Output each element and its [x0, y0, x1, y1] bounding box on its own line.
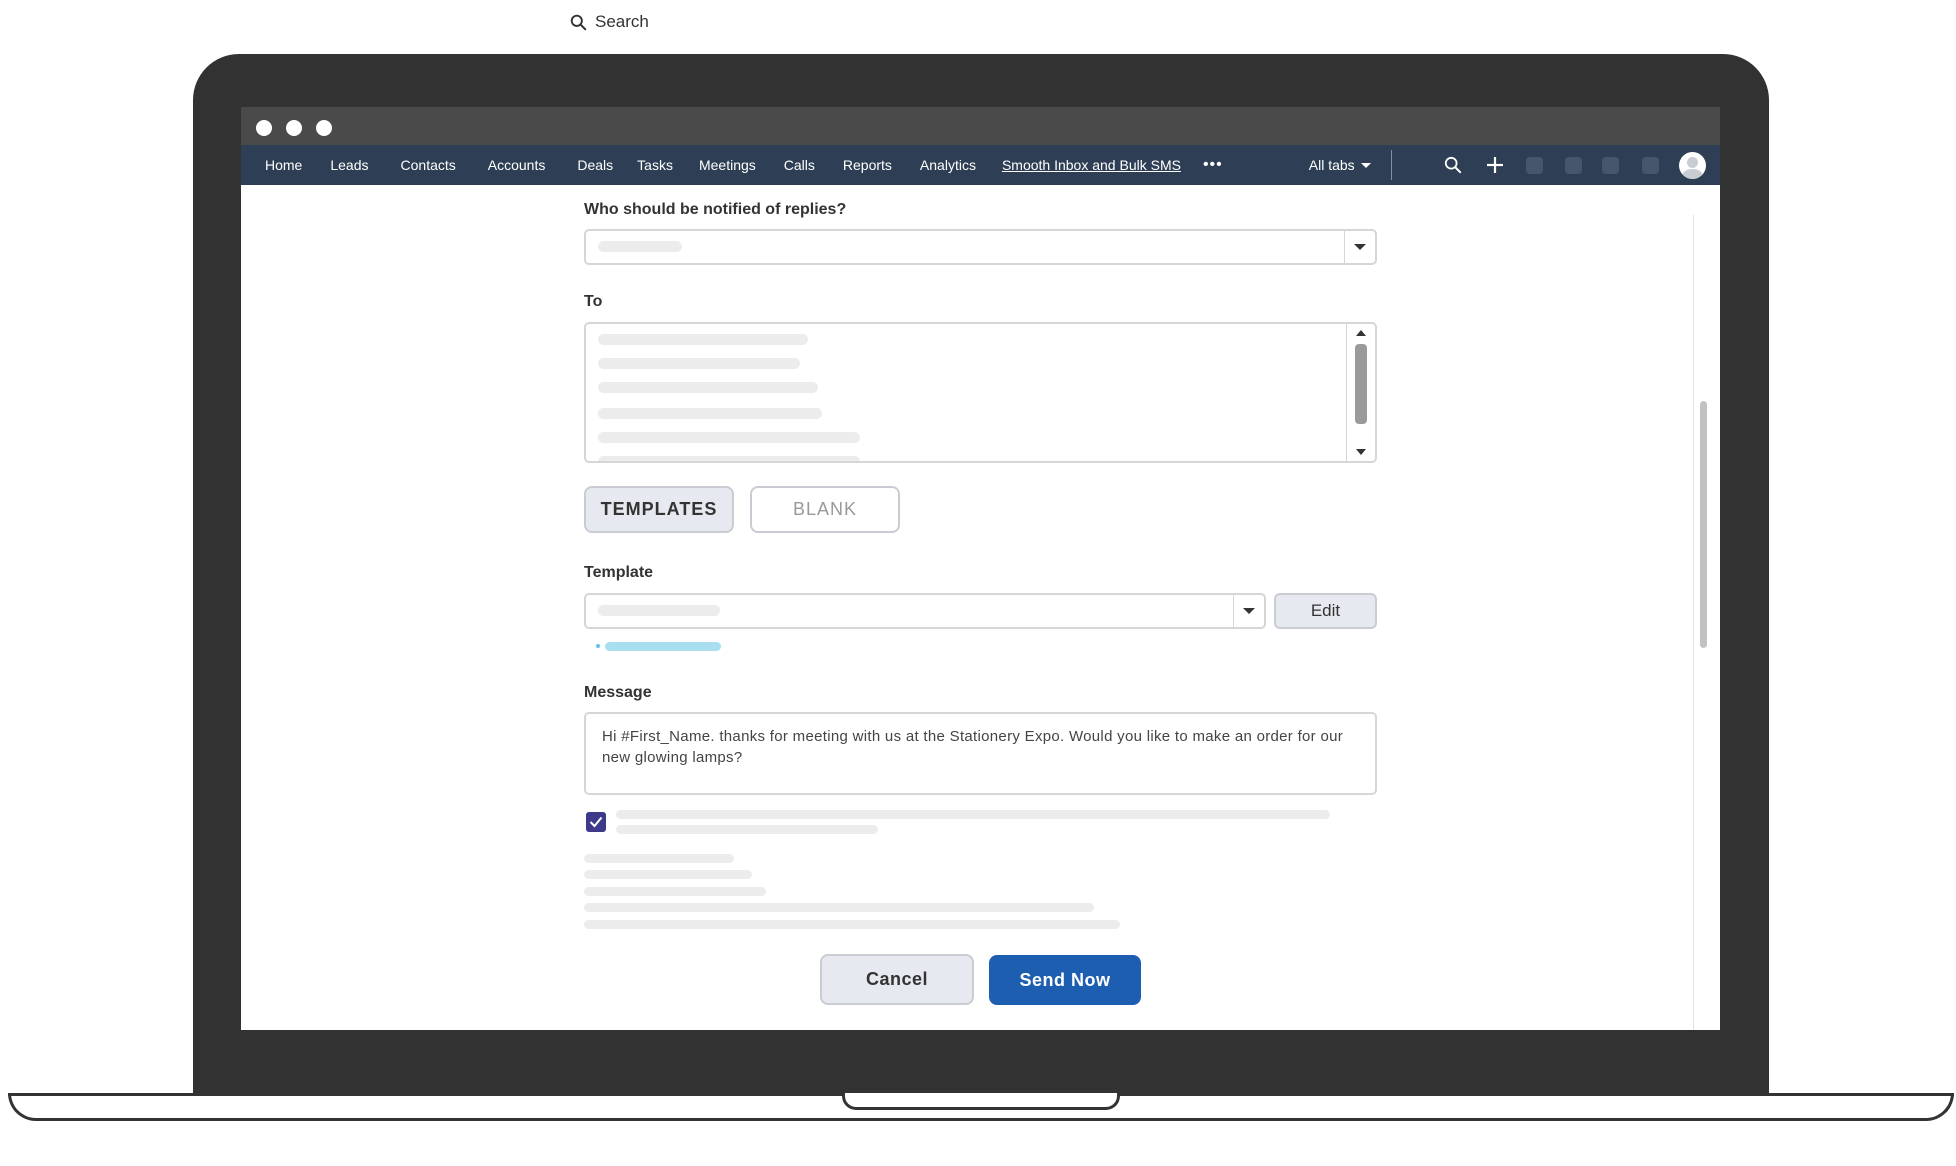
nav-app-icon-2[interactable] [1564, 156, 1582, 174]
template-label: Template [584, 564, 654, 581]
edit-template-button[interactable]: Edit [1274, 593, 1377, 629]
nav-app-icon-4[interactable] [1641, 156, 1659, 174]
message-label: Message [584, 684, 652, 701]
window-titlebar [241, 107, 1720, 145]
all-tabs-label: All tabs [1308, 157, 1355, 173]
to-list-scrollbar[interactable] [1346, 324, 1375, 461]
nav-more-icon[interactable]: ••• [1203, 156, 1223, 174]
options-checkbox[interactable] [586, 812, 606, 832]
nav-app-icon-1[interactable] [1525, 156, 1543, 174]
nav-smooth-inbox[interactable]: Smooth Inbox and Bulk SMS [1002, 157, 1181, 173]
nav-accounts[interactable]: Accounts [488, 157, 546, 173]
nav-meetings[interactable]: Meetings [699, 157, 756, 173]
chevron-down-icon [1354, 244, 1366, 250]
top-nav: Home Leads Contacts Accounts Deals Tasks… [241, 145, 1720, 185]
content-scrollbar-thumb[interactable] [1700, 401, 1707, 648]
cancel-button[interactable]: Cancel [820, 954, 974, 1005]
checkmark-icon [589, 816, 603, 828]
tab-templates[interactable]: TEMPLATES [584, 486, 734, 533]
nav-app-icon-3[interactable] [1601, 156, 1619, 174]
to-list-scroll-thumb[interactable] [1355, 344, 1367, 424]
nav-search-icon[interactable] [1444, 156, 1462, 174]
notify-label: Who should be notified of replies? [584, 201, 847, 218]
window-maximize-dot[interactable] [316, 120, 332, 136]
chevron-down-icon [1360, 162, 1371, 168]
window-close-dot[interactable] [256, 120, 272, 136]
top-search-label: Search [595, 12, 649, 31]
message-textarea[interactable]: Hi #First_Name. thanks for meeting with … [584, 712, 1377, 795]
nav-all-tabs[interactable]: All tabs [1309, 157, 1371, 173]
search-icon [570, 14, 587, 30]
scroll-up-arrow-icon[interactable] [1356, 330, 1366, 336]
nav-tasks[interactable]: Tasks [637, 157, 673, 173]
avatar[interactable] [1678, 151, 1706, 179]
template-link-bullet [596, 644, 600, 648]
content-scroll-track [1693, 215, 1694, 1030]
laptop-screen: Home Leads Contacts Accounts Deals Tasks… [241, 107, 1720, 1030]
template-link[interactable] [605, 642, 721, 651]
chevron-down-icon [1243, 608, 1255, 614]
template-select[interactable] [584, 593, 1266, 629]
nav-analytics[interactable]: Analytics [920, 157, 976, 173]
nav-contacts[interactable]: Contacts [401, 157, 456, 173]
nav-divider [1390, 150, 1392, 180]
nav-calls[interactable]: Calls [784, 157, 815, 173]
nav-reports[interactable]: Reports [843, 157, 892, 173]
nav-leads[interactable]: Leads [330, 157, 368, 173]
top-search[interactable]: Search [570, 12, 649, 32]
plus-icon[interactable] [1486, 156, 1504, 174]
window-minimize-dot[interactable] [286, 120, 302, 136]
laptop-notch [842, 1093, 1120, 1110]
nav-home[interactable]: Home [265, 157, 302, 173]
notify-dropdown-arrow[interactable] [1344, 231, 1375, 263]
to-label: To [584, 293, 603, 310]
tab-blank[interactable]: BLANK [750, 486, 900, 533]
template-dropdown-arrow[interactable] [1233, 595, 1264, 627]
to-recipients-list[interactable] [584, 322, 1377, 463]
nav-deals[interactable]: Deals [577, 157, 613, 173]
scroll-down-arrow-icon[interactable] [1356, 449, 1366, 455]
send-now-button[interactable]: Send Now [989, 955, 1141, 1005]
notify-select[interactable] [584, 229, 1377, 265]
